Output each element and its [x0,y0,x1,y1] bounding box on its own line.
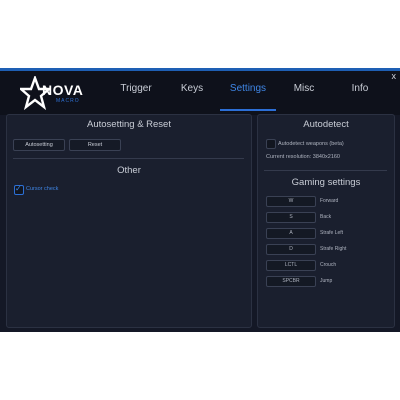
reset-button[interactable]: Reset [69,139,121,151]
tab-settings[interactable]: Settings [220,71,276,111]
app-window: NOVA MACRO Trigger Keys Settings Misc In… [0,68,400,332]
autosetting-panel: Autosetting & Reset Autosetting Reset Ot… [6,114,252,328]
key-forward[interactable]: W [266,196,316,207]
gaming-settings-title: Gaming settings [291,177,361,188]
key-strafe-left[interactable]: A [266,228,316,239]
logo-brand-text: NOVA [42,82,84,98]
autosetting-button[interactable]: Autosetting [13,139,65,151]
key-jump-label: Jump [320,278,333,284]
key-strafe-right[interactable]: D [266,244,316,255]
key-strafe-left-label: Strafe Left [320,230,344,236]
logo-sub-text: MACRO [56,98,80,104]
key-crouch[interactable]: LCTL [266,260,316,271]
autosetting-title: Autosetting & Reset [87,119,171,130]
tab-info[interactable]: Info [332,71,388,107]
gaming-divider [264,170,387,171]
key-back-label: Back [320,214,332,220]
cursor-check-checkbox[interactable] [14,184,24,195]
key-jump[interactable]: SPCBR [266,276,316,287]
resolution-text: Current resolution: 3840x2160 [266,154,340,160]
key-strafe-right-label: Strafe Right [320,246,347,252]
key-back[interactable]: S [266,212,316,223]
cursor-check-label: Cursor check [26,186,59,192]
key-forward-label: Forward [320,198,339,204]
app-logo: NOVA MACRO [20,76,90,110]
autodetect-checkbox[interactable] [266,139,276,149]
autodetect-title: Autodetect [303,119,349,130]
autodetect-label: Autodetect weapons (beta) [278,141,344,147]
tab-misc[interactable]: Misc [276,71,332,107]
autodetect-panel: Autodetect Autodetect weapons (beta) Cur… [257,114,395,328]
other-title: Other [117,165,141,176]
tab-keys[interactable]: Keys [164,71,220,107]
tab-trigger[interactable]: Trigger [108,71,164,107]
key-crouch-label: Crouch [320,262,337,268]
tab-bar: Trigger Keys Settings Misc Info [108,71,388,115]
close-button[interactable]: x [392,71,397,81]
section-divider [13,158,244,159]
header-bar: NOVA MACRO Trigger Keys Settings Misc In… [0,71,400,115]
